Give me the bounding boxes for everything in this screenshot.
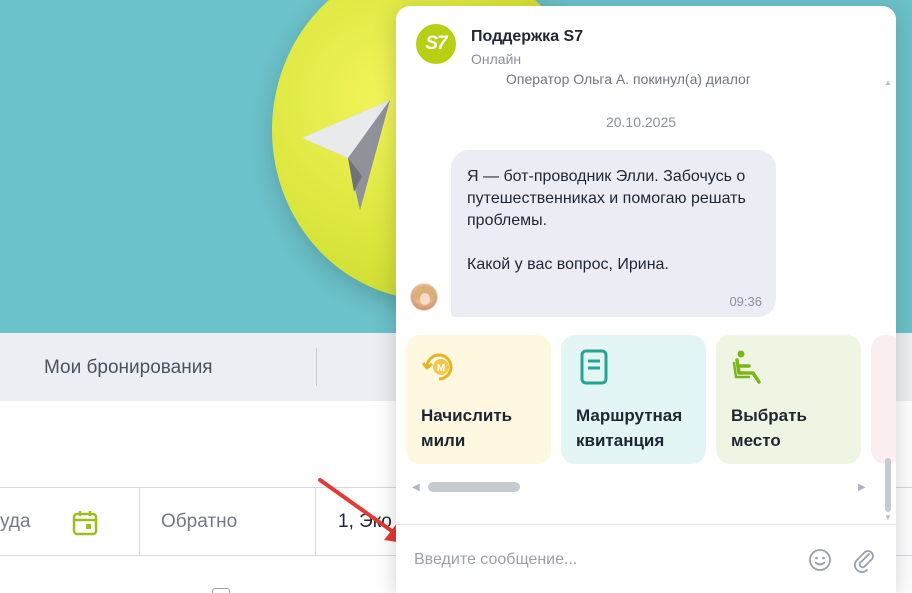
scroll-down-arrow-icon[interactable]: ▼ xyxy=(884,513,892,522)
quick-action-itinerary-receipt[interactable]: Маршрутная квитанция xyxy=(561,335,706,464)
quick-action-accrue-miles[interactable]: M Начислить мили xyxy=(406,335,551,464)
message-composer xyxy=(396,524,896,593)
departure-date-text: уда xyxy=(0,510,31,532)
return-date-placeholder: Обратно xyxy=(161,510,238,532)
seat-icon xyxy=(732,350,761,384)
receipt-icon xyxy=(580,349,608,385)
horizontal-scrollbar[interactable] xyxy=(428,482,520,492)
bot-avatar xyxy=(410,283,438,311)
message-time: 09:36 xyxy=(729,294,762,309)
calendar-icon[interactable] xyxy=(72,510,98,536)
system-message: Оператор Ольга А. покинул(а) диалог xyxy=(506,71,751,87)
message-input[interactable] xyxy=(414,547,784,573)
quick-action-partial[interactable] xyxy=(871,335,896,464)
paperclip-icon[interactable] xyxy=(852,547,876,573)
miles-coin-icon: M xyxy=(421,353,453,381)
tab-my-bookings[interactable]: Мои бронирования xyxy=(44,357,213,379)
date-separator: 20.10.2025 xyxy=(605,114,677,130)
departure-date-field[interactable]: уда xyxy=(0,488,140,555)
chat-header: S7 Поддержка S7 Онлайн xyxy=(396,6,896,74)
scroll-left-arrow-icon[interactable]: ◀ xyxy=(412,482,420,493)
quick-action-label: Выбрать место xyxy=(731,406,807,450)
quick-action-label: Маршрутная квитанция xyxy=(576,406,683,450)
checkbox[interactable] xyxy=(212,588,230,593)
emoji-icon[interactable] xyxy=(808,548,832,572)
scroll-up-arrow-icon[interactable]: ▲ xyxy=(884,78,892,87)
message-text: Какой у вас вопрос, Ирина. xyxy=(467,256,669,273)
chat-title: Поддержка S7 xyxy=(471,28,584,45)
bot-message-bubble: Я — бот-проводник Элли. Забочусь о путеш… xyxy=(451,150,776,317)
quick-action-label: Начислить мили xyxy=(421,406,513,450)
message-text: Я — бот-проводник Элли. Забочусь о путеш… xyxy=(467,168,746,229)
tab-divider xyxy=(316,348,317,386)
s7-logo: S7 xyxy=(416,24,456,64)
paper-plane-icon xyxy=(302,100,390,210)
quick-actions-carousel: M Начислить мили Маршрутная квитанция Вы… xyxy=(406,335,896,465)
scroll-right-arrow-icon[interactable]: ▶ xyxy=(858,482,866,493)
return-date-field[interactable]: Обратно xyxy=(140,488,316,555)
svg-text:M: M xyxy=(437,363,445,374)
support-chat-widget: S7 Поддержка S7 Онлайн Оператор Ольга А.… xyxy=(396,6,896,593)
chat-status: Онлайн xyxy=(471,51,522,67)
quick-action-choose-seat[interactable]: Выбрать место xyxy=(716,335,861,464)
vertical-scrollbar[interactable] xyxy=(885,458,891,512)
